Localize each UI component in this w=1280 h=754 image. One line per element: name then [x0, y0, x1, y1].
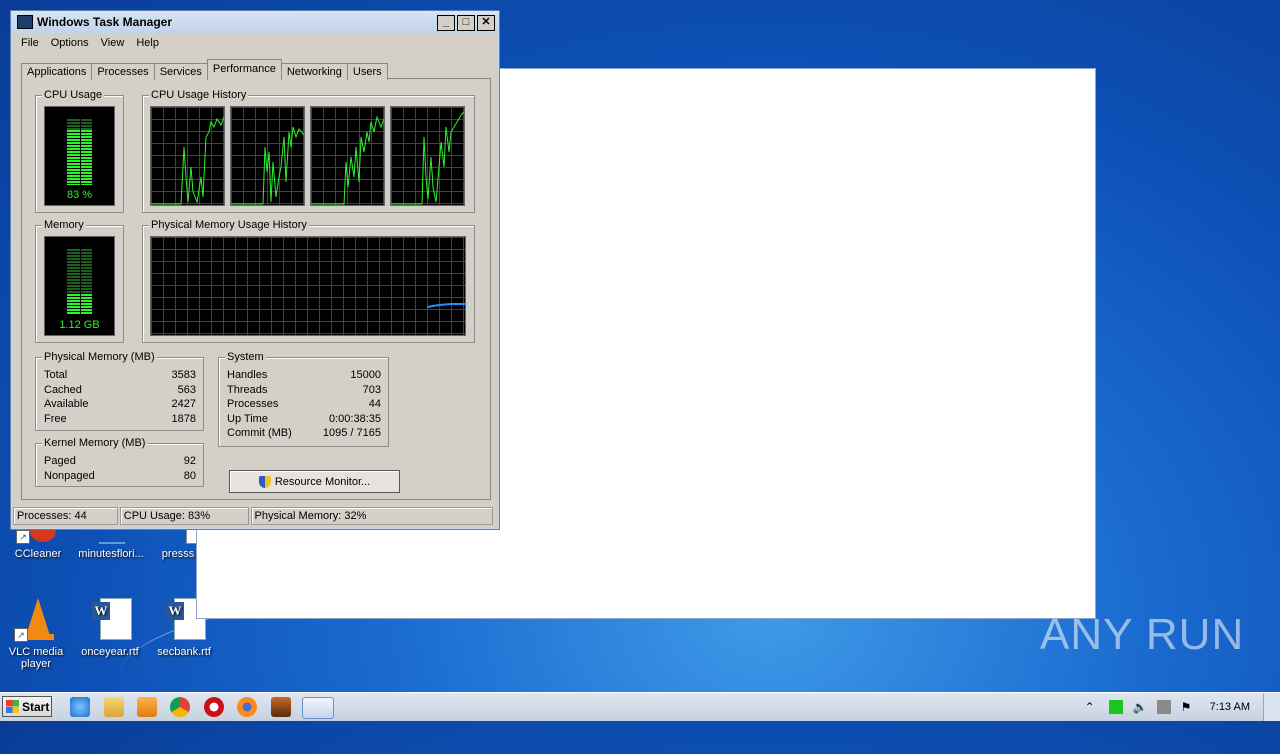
taskbar: Start ⌃ 🔈 ⚑ 7:13 AM — [0, 692, 1280, 721]
stat-handles: Handles 15000 — [227, 369, 381, 381]
desktop-icon-vlc[interactable]: ↗ VLC media player — [0, 596, 72, 670]
word-document-icon: W — [88, 596, 132, 642]
firefox-icon[interactable] — [237, 697, 257, 717]
stat-commit: Commit (MB) 1095 / 7165 — [227, 427, 381, 439]
tab-applications[interactable]: Applications — [21, 63, 93, 80]
internet-explorer-icon[interactable] — [70, 697, 90, 717]
desktop-icon-label: VLC media player — [8, 646, 64, 670]
memory-history-group: Physical Memory Usage History — [142, 219, 475, 343]
show-desktop-button[interactable] — [1263, 693, 1280, 721]
tab-networking[interactable]: Networking — [280, 63, 348, 80]
memory-group: Memory 1.12 GB — [35, 219, 124, 343]
opera-icon[interactable] — [204, 697, 224, 717]
memory-history-graph — [150, 236, 466, 336]
status-memory: Physical Memory: 32% — [250, 507, 493, 525]
physical-memory-group: Physical Memory (MB) Total 3583 Cached 563… — [35, 351, 204, 431]
title-bar[interactable]: Windows Task Manager — [11, 11, 499, 33]
clock[interactable]: 7:13 AM — [1210, 701, 1250, 713]
task-manager-icon — [17, 15, 33, 29]
menu-view[interactable]: View — [95, 37, 131, 49]
action-center-flag-icon[interactable]: ⚑ — [1181, 700, 1195, 714]
shortcut-arrow-icon: ↗ — [16, 530, 30, 544]
cpu-history-graph-core-2 — [230, 106, 305, 206]
close-button[interactable]: ✕ — [477, 15, 495, 31]
window-title: Windows Task Manager — [37, 15, 173, 29]
desktop-icon-label: onceyear.rtf — [81, 646, 139, 658]
shortcut-arrow-icon: ↗ — [14, 628, 28, 642]
stat-cached: Cached 563 — [44, 383, 196, 396]
media-player-icon[interactable] — [137, 697, 157, 717]
anyrun-watermark: ANY RUN — [1040, 610, 1245, 659]
desktop-icon-label: secbank.rtf — [157, 646, 211, 658]
vlc-cone-icon: ↗ — [14, 596, 58, 642]
menu-bar: File Options View Help — [11, 33, 499, 53]
network-icon[interactable] — [1156, 700, 1171, 714]
uac-shield-icon — [258, 475, 271, 488]
cpu-usage-fill — [67, 130, 92, 185]
memory-label: Memory — [42, 219, 86, 231]
app-icon[interactable] — [271, 697, 291, 717]
stat-processes: Processes 44 — [227, 398, 381, 410]
system-title: System — [225, 351, 266, 363]
status-processes: Processes: 44 — [13, 507, 118, 525]
cpu-usage-meter: 83 % — [44, 106, 115, 206]
show-hidden-icons-icon[interactable]: ⌃ — [1085, 700, 1099, 714]
memory-value: 1.12 GB — [59, 319, 100, 331]
physical-memory-title: Physical Memory (MB) — [42, 351, 157, 363]
stat-free: Free 1878 — [44, 412, 196, 425]
tab-performance[interactable]: Performance — [206, 59, 282, 80]
status-bar: Processes: 44 CPU Usage: 83% Physical Me… — [13, 507, 495, 525]
system-group: System Handles 15000 Threads 703 Processes… — [218, 351, 389, 447]
cpu-usage-value: 83 % — [66, 189, 93, 201]
menu-file[interactable]: File — [15, 37, 45, 49]
cpu-history-group: CPU Usage History — [142, 89, 475, 213]
cpu-history-graph-core-1 — [150, 106, 225, 206]
stat-nonpaged: Nonpaged 80 — [44, 469, 196, 482]
resource-monitor-label: Resource Monitor... — [274, 475, 371, 488]
cpu-usage-label: CPU Usage — [42, 89, 105, 101]
system-tray: ⌃ 🔈 ⚑ 7:13 AM — [1080, 693, 1280, 721]
status-cpu: CPU Usage: 83% — [119, 507, 249, 525]
stat-available: Available 2427 — [44, 398, 196, 410]
desktop-icon-onceyear[interactable]: W onceyear.rtf — [74, 596, 146, 658]
stat-paged: Paged 92 — [44, 455, 196, 467]
desktop-icon-label: CCleaner — [14, 548, 62, 560]
tab-strip: Applications Processes Services Performa… — [21, 59, 388, 80]
task-manager-taskbar-icon[interactable] — [302, 697, 334, 719]
memory-meter: 1.12 GB — [44, 236, 115, 336]
maximize-button[interactable]: □ — [457, 15, 475, 31]
stat-threads: Threads 703 — [227, 383, 381, 396]
stat-uptime: Up Time 0:00:38:35 — [227, 412, 381, 425]
resource-monitor-button[interactable]: Resource Monitor... — [229, 470, 400, 493]
start-button[interactable]: Start — [2, 696, 52, 717]
tab-users[interactable]: Users — [346, 63, 388, 80]
cpu-history-label: CPU Usage History — [149, 89, 249, 101]
stat-total: Total 3583 — [44, 369, 196, 381]
chrome-icon[interactable] — [170, 697, 190, 717]
tab-processes[interactable]: Processes — [91, 63, 155, 80]
task-manager-window[interactable]: Windows Task Manager _ □ ✕ File Options … — [10, 10, 500, 530]
windows-logo-icon — [6, 700, 19, 713]
cpu-usage-group: CPU Usage 83 % — [35, 89, 124, 213]
kernel-memory-title: Kernel Memory (MB) — [42, 437, 148, 449]
green-status-icon[interactable] — [1108, 700, 1123, 714]
kernel-memory-group: Kernel Memory (MB) Paged 92 Nonpaged 80 — [35, 437, 204, 487]
menu-options[interactable]: Options — [45, 37, 95, 49]
explorer-folder-icon[interactable] — [104, 697, 124, 717]
memory-history-label: Physical Memory Usage History — [149, 219, 309, 231]
start-label: Start — [22, 699, 50, 714]
cpu-history-graph-core-3 — [310, 106, 385, 206]
tab-services[interactable]: Services — [153, 63, 208, 80]
performance-panel: CPU Usage 83 % CPU Usage History Memory … — [21, 78, 491, 500]
volume-icon[interactable]: 🔈 — [1133, 700, 1148, 714]
cpu-history-graph-core-4 — [390, 106, 465, 206]
memory-fill — [67, 293, 92, 315]
minimize-button[interactable]: _ — [437, 15, 455, 31]
desktop-icon-label: minutesflori... — [78, 548, 144, 560]
menu-help[interactable]: Help — [130, 37, 165, 49]
